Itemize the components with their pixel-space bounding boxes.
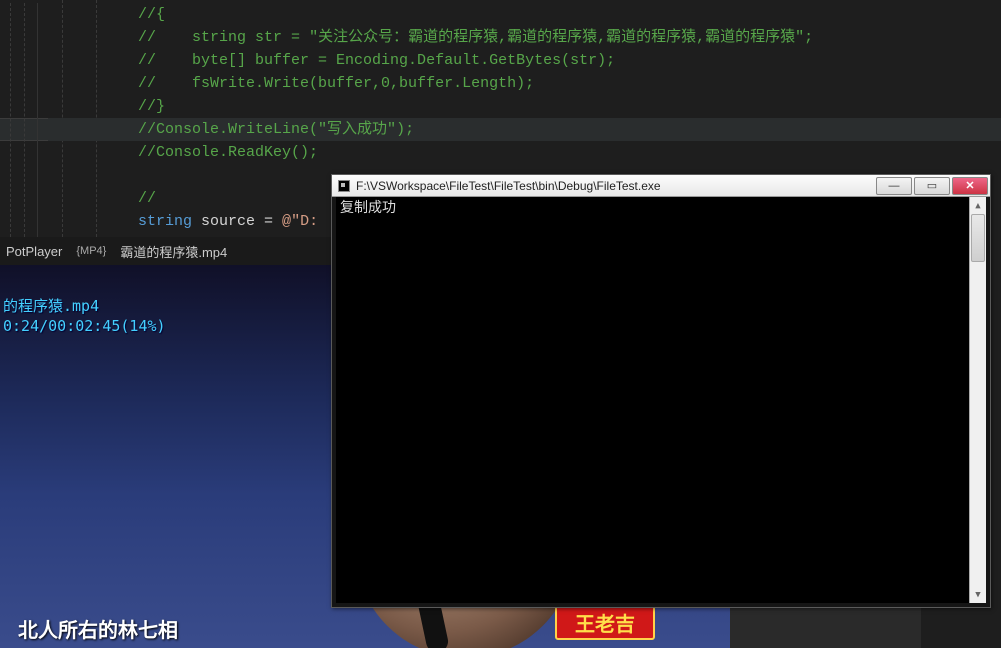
console-title-text: F:\VSWorkspace\FileTest\FileTest\bin\Deb… bbox=[356, 179, 661, 193]
video-subtitle: 北人所右的林七相 bbox=[18, 614, 178, 643]
console-body[interactable]: 复制成功 ▲ ▼ bbox=[336, 197, 986, 603]
console-output: 复制成功 bbox=[340, 200, 396, 216]
console-icon bbox=[338, 180, 350, 192]
editor-gutter bbox=[0, 3, 38, 237]
scroll-thumb[interactable] bbox=[971, 214, 985, 262]
scroll-up-arrow[interactable]: ▲ bbox=[970, 197, 986, 214]
console-scrollbar[interactable]: ▲ ▼ bbox=[969, 197, 986, 603]
potplayer-format-tag: {MP4} bbox=[76, 245, 106, 257]
wanglaoji-logo: 王老吉 bbox=[555, 604, 655, 640]
potplayer-filename: 霸道的程序猿.mp4 bbox=[120, 242, 227, 261]
video-overlay-filename: 的程序猿.mp4 bbox=[3, 295, 99, 316]
close-button[interactable]: ✕ bbox=[952, 177, 988, 195]
window-controls: — ▭ ✕ bbox=[876, 177, 990, 195]
video-overlay-time: 0:24/00:02:45(14%) bbox=[3, 317, 166, 335]
scroll-down-arrow[interactable]: ▼ bbox=[970, 586, 986, 603]
maximize-button[interactable]: ▭ bbox=[914, 177, 950, 195]
minimize-button[interactable]: — bbox=[876, 177, 912, 195]
console-window[interactable]: F:\VSWorkspace\FileTest\FileTest\bin\Deb… bbox=[331, 174, 991, 608]
console-titlebar[interactable]: F:\VSWorkspace\FileTest\FileTest\bin\Deb… bbox=[332, 175, 990, 197]
potplayer-app-name: PotPlayer bbox=[6, 244, 62, 259]
